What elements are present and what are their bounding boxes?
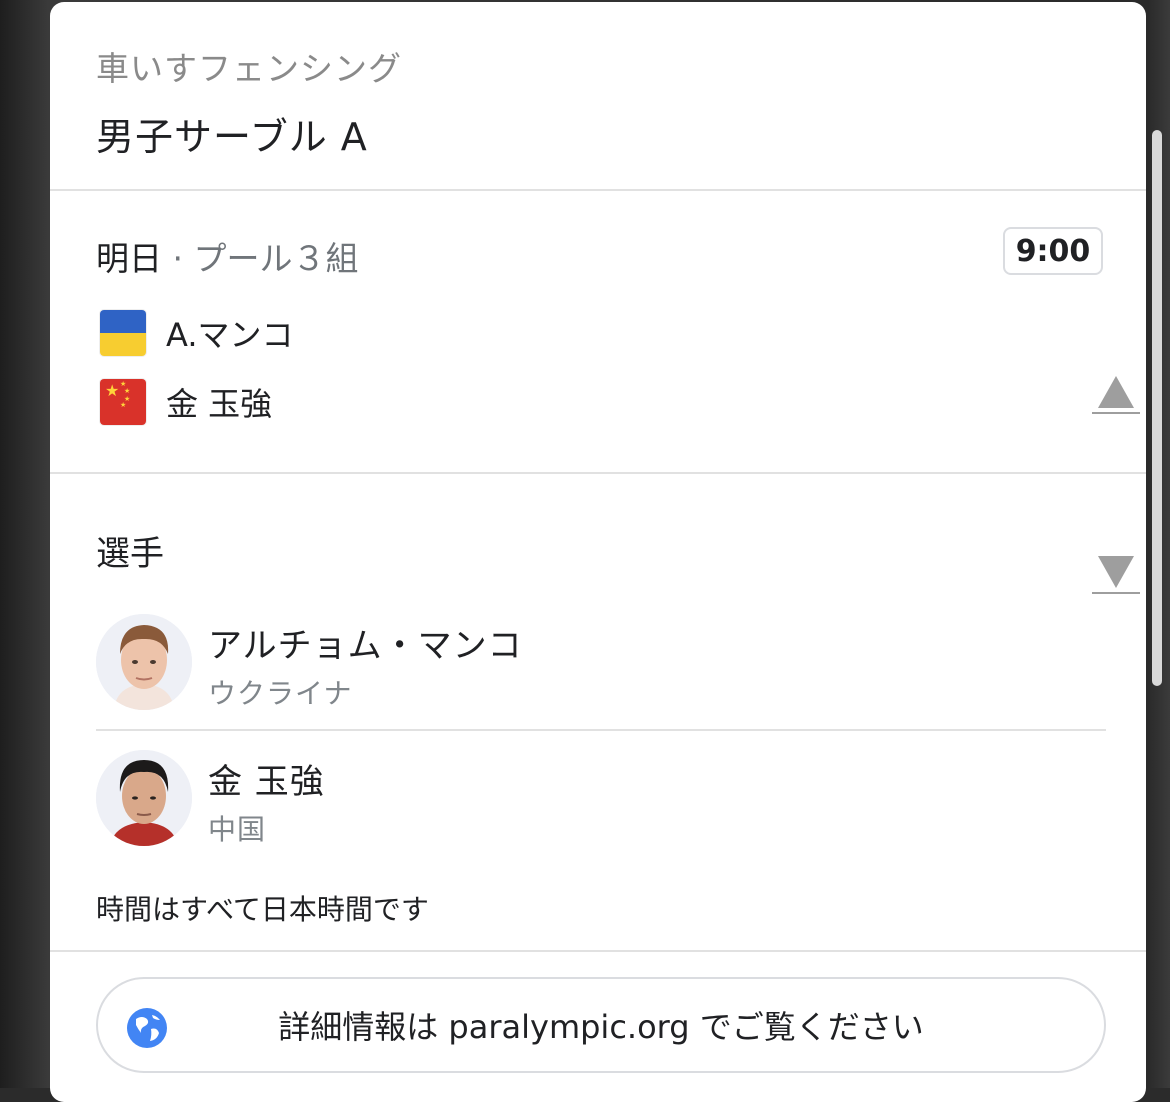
match-day: 明日	[96, 239, 162, 278]
athlete-name: アルチョム・マンコ	[208, 626, 523, 666]
athlete-divider	[96, 729, 1106, 731]
sport-name: 車いすフェンシング	[96, 49, 402, 88]
section-divider	[50, 950, 1146, 952]
athletes-section-title: 選手	[96, 534, 164, 574]
paralympic-link-button[interactable]: 詳細情報は paralympic.org でご覧ください	[96, 977, 1106, 1073]
triangle-up-icon	[1098, 376, 1134, 408]
event-header: 車いすフェンシング 男子サーブル A	[50, 2, 1146, 190]
athlete-country: 中国	[208, 813, 267, 846]
avatar	[96, 614, 192, 710]
athlete-name: 金 玉強	[208, 762, 325, 802]
event-name: 男子サーブル A	[96, 115, 368, 159]
athlete-row[interactable]: アルチョム・マンコ ウクライナ	[96, 614, 1106, 724]
paralympic-link-label: 詳細情報は paralympic.org でご覧ください	[278, 1008, 924, 1046]
china-flag-icon: ★ ★ ★ ★ ★	[100, 379, 146, 425]
avatar	[96, 750, 192, 846]
scroll-down-button[interactable]	[1092, 556, 1140, 600]
globe-icon	[127, 1008, 167, 1048]
scroll-up-button[interactable]	[1092, 376, 1140, 420]
competitor-name: A.マンコ	[166, 316, 294, 354]
section-divider	[50, 472, 1146, 474]
match-time-badge: 9:00	[1003, 227, 1103, 275]
athlete-row[interactable]: 金 玉強 中国	[96, 750, 1106, 860]
ukraine-flag-icon	[100, 310, 146, 356]
scrollbar-thumb[interactable]	[1152, 130, 1162, 686]
match-pool: プール３組	[193, 239, 359, 278]
match-separator: ·	[162, 239, 194, 278]
event-card: 車いすフェンシング 男子サーブル A 明日 · プール３組 9:00 A.マンコ…	[50, 2, 1146, 1102]
competitor-name: 金 玉強	[166, 385, 273, 423]
competitor-row[interactable]: ★ ★ ★ ★ ★ 金 玉強	[100, 378, 272, 426]
athlete-country: ウクライナ	[208, 677, 353, 710]
timezone-note: 時間はすべて日本時間です	[96, 893, 429, 926]
section-divider	[50, 189, 1146, 191]
competitor-row[interactable]: A.マンコ	[100, 309, 294, 357]
match-heading: 明日 · プール３組	[96, 232, 358, 280]
triangle-down-icon	[1098, 556, 1134, 588]
